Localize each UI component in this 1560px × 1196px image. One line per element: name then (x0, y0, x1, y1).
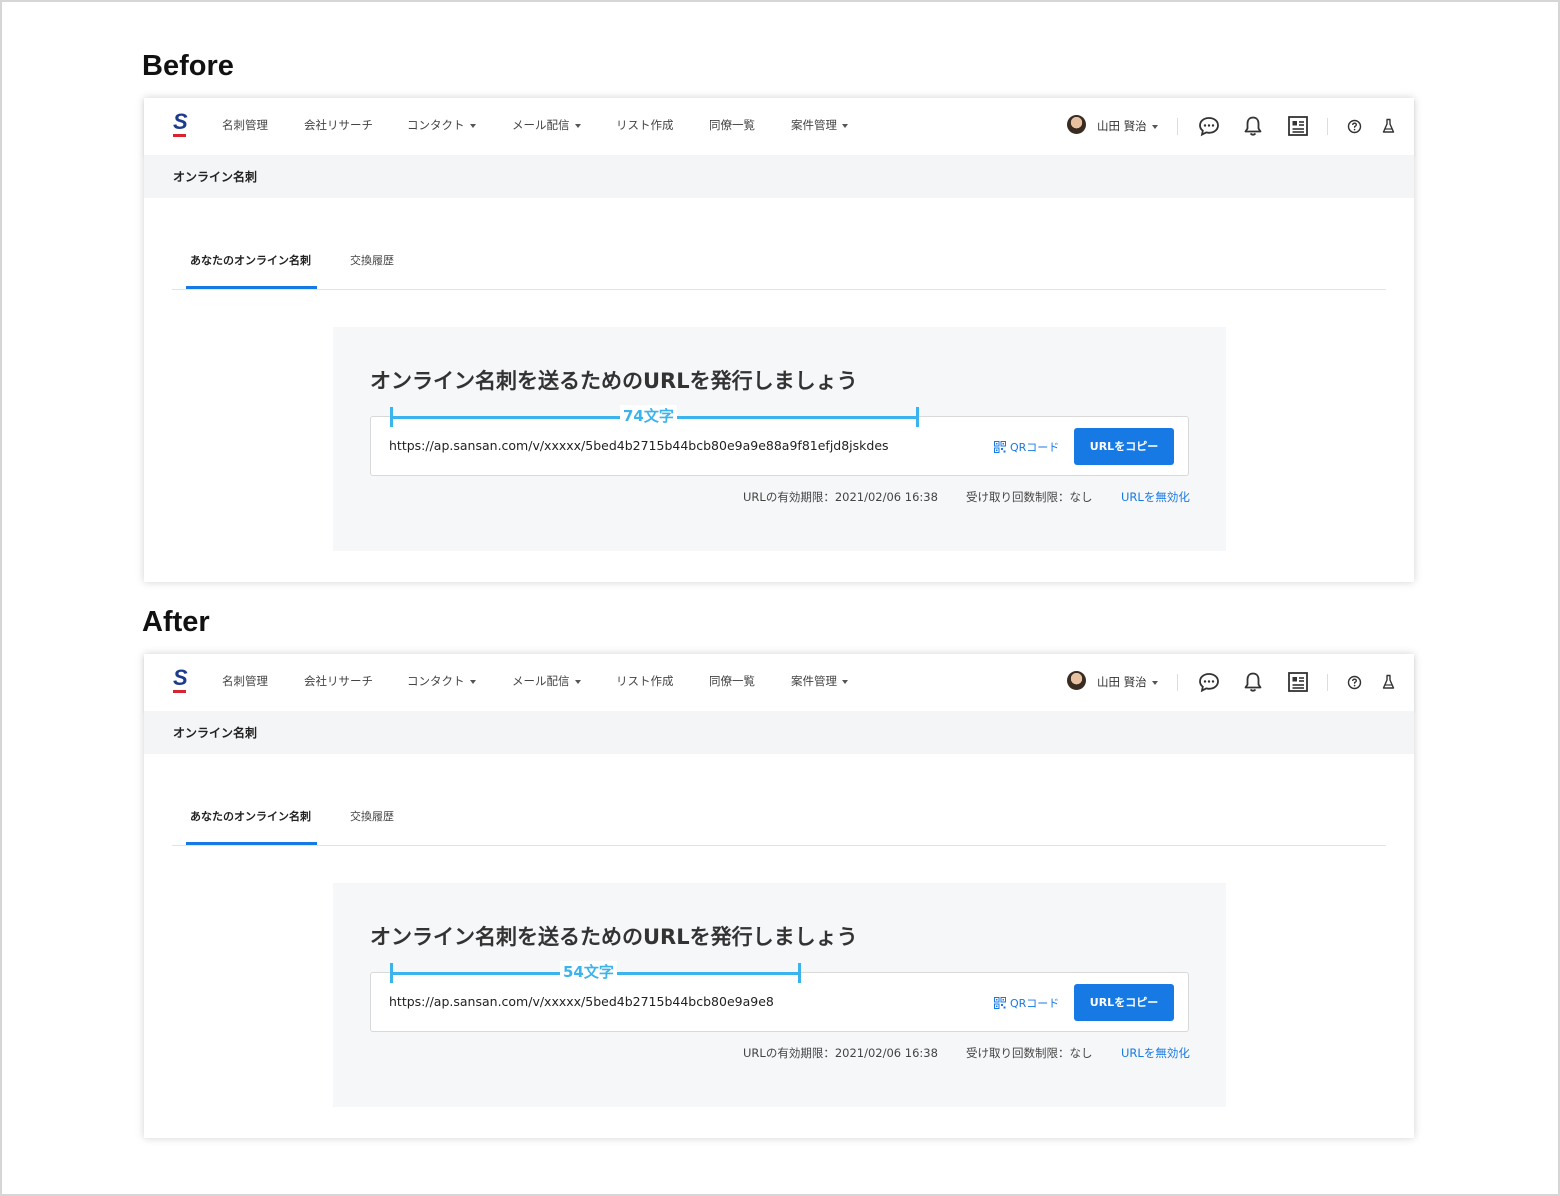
qr-code-link[interactable]: QRコード (994, 995, 1059, 1011)
bell-icon[interactable] (1243, 671, 1263, 693)
after-title: After (142, 606, 210, 638)
bell-icon[interactable] (1243, 115, 1263, 137)
nav-item-deals[interactable]: 案件管理 (791, 673, 848, 689)
card-heading: オンライン名刺を送るためのURLを発行しましょう (370, 369, 858, 393)
qr-code-link[interactable]: QRコード (994, 439, 1059, 455)
chevron-down-icon (469, 123, 476, 128)
chevron-down-icon (1151, 680, 1158, 685)
chevron-down-icon (469, 679, 476, 684)
top-navbar: S 名刺管理 会社リサーチ コンタクト メール配信 リスト作成 同僚一覧 案件管… (144, 98, 1414, 155)
issued-url[interactable]: https://ap.sansan.com/v/xxxxx/5bed4b2715… (389, 994, 774, 1009)
character-count-label: 54文字 (560, 961, 617, 982)
qr-code-icon (994, 441, 1006, 453)
divider (1177, 674, 1178, 691)
nav-item-colleagues[interactable]: 同僚一覧 (709, 673, 755, 689)
tab-my-online-card[interactable]: あなたのオンライン名刺 (190, 252, 311, 268)
url-issue-card: オンライン名刺を送るためのURLを発行しましょう https://ap.sans… (333, 327, 1226, 551)
sansan-logo[interactable]: S (173, 111, 188, 138)
invalidate-url-link[interactable]: URLを無効化 (1121, 1045, 1190, 1061)
chevron-down-icon (574, 679, 581, 684)
copy-url-button[interactable]: URLをコピー (1074, 428, 1174, 465)
tab-exchange-history[interactable]: 交換履歴 (350, 808, 394, 824)
nav-item-contact[interactable]: コンタクト (407, 117, 476, 133)
nav-item-company-research[interactable]: 会社リサーチ (304, 117, 373, 133)
character-count-annotation: 74文字 (390, 405, 919, 427)
nav-item-contact[interactable]: コンタクト (407, 673, 476, 689)
tab-divider (172, 289, 1386, 290)
card-list-icon[interactable] (1287, 671, 1309, 693)
chat-icon[interactable] (1198, 672, 1220, 693)
card-list-icon[interactable] (1287, 115, 1309, 137)
receive-limit: 受け取り回数制限：なし (966, 490, 1093, 504)
divider (1327, 118, 1328, 135)
nav-item-mail[interactable]: メール配信 (512, 117, 581, 133)
url-expiry: URLの有効期限：2021/02/06 16:38 (743, 490, 938, 504)
chevron-down-icon (842, 123, 848, 128)
top-navbar: S 名刺管理 会社リサーチ コンタクト メール配信 リスト作成 同僚一覧 案件管… (144, 654, 1414, 711)
issued-url[interactable]: https://ap.sansan.com/v/xxxxx/5bed4b2715… (389, 438, 889, 453)
user-menu[interactable]: 山田 賢治 (1097, 674, 1158, 690)
after-mockup: S 名刺管理 会社リサーチ コンタクト メール配信 リスト作成 同僚一覧 案件管… (144, 654, 1414, 1138)
before-title: Before (142, 50, 234, 82)
user-avatar[interactable] (1067, 115, 1086, 134)
help-icon[interactable] (1347, 119, 1362, 134)
character-count-label: 74文字 (620, 405, 677, 426)
nav-item-deals[interactable]: 案件管理 (791, 117, 848, 133)
chevron-down-icon (842, 679, 848, 684)
qr-code-icon (994, 997, 1006, 1009)
character-count-annotation: 54文字 (390, 961, 801, 983)
page-title: オンライン名刺 (173, 726, 258, 740)
tab-exchange-history[interactable]: 交換履歴 (350, 252, 394, 268)
page-header-bar: オンライン名刺 (144, 711, 1414, 754)
tab-my-online-card[interactable]: あなたのオンライン名刺 (190, 808, 311, 824)
divider (1327, 674, 1328, 691)
nav-item-mail[interactable]: メール配信 (512, 673, 581, 689)
user-menu[interactable]: 山田 賢治 (1097, 118, 1158, 134)
nav-item-colleagues[interactable]: 同僚一覧 (709, 117, 755, 133)
nav-item-company-research[interactable]: 会社リサーチ (304, 673, 373, 689)
nav-item-list[interactable]: リスト作成 (616, 673, 674, 689)
copy-url-button[interactable]: URLをコピー (1074, 984, 1174, 1021)
page-title: オンライン名刺 (173, 170, 258, 184)
receive-limit: 受け取り回数制限：なし (966, 1046, 1093, 1060)
divider (1177, 118, 1178, 135)
flask-icon[interactable] (1382, 674, 1395, 690)
flask-icon[interactable] (1382, 118, 1395, 134)
nav-item-list[interactable]: リスト作成 (616, 117, 674, 133)
chevron-down-icon (574, 123, 581, 128)
page-header-bar: オンライン名刺 (144, 155, 1414, 198)
help-icon[interactable] (1347, 675, 1362, 690)
nav-item-card-management[interactable]: 名刺管理 (222, 117, 268, 133)
user-avatar[interactable] (1067, 671, 1086, 690)
nav-item-card-management[interactable]: 名刺管理 (222, 673, 268, 689)
chat-icon[interactable] (1198, 116, 1220, 137)
tab-divider (172, 845, 1386, 846)
url-issue-card: オンライン名刺を送るためのURLを発行しましょう https://ap.sans… (333, 883, 1226, 1107)
chevron-down-icon (1151, 124, 1158, 129)
card-heading: オンライン名刺を送るためのURLを発行しましょう (370, 925, 858, 949)
before-mockup: S 名刺管理 会社リサーチ コンタクト メール配信 リスト作成 同僚一覧 案件管… (144, 98, 1414, 582)
url-expiry: URLの有効期限：2021/02/06 16:38 (743, 1046, 938, 1060)
invalidate-url-link[interactable]: URLを無効化 (1121, 489, 1190, 505)
sansan-logo[interactable]: S (173, 667, 188, 694)
